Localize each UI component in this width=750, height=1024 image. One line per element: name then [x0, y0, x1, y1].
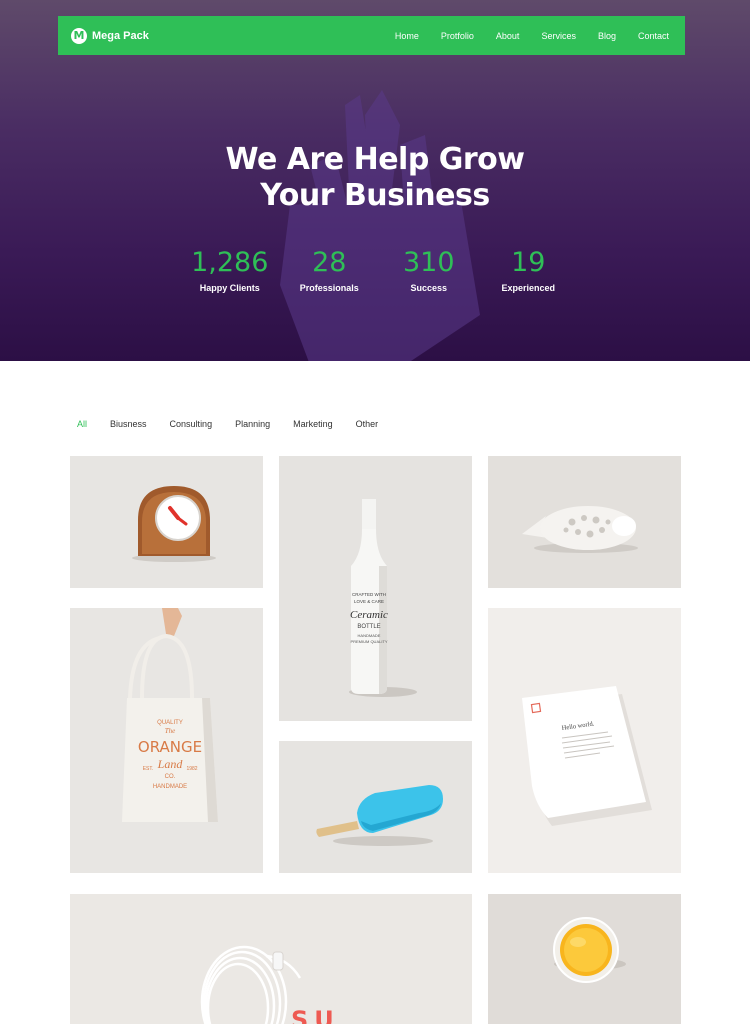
bottle-label-line-4: BOTTLE: [357, 624, 380, 630]
bag-text-co: CO.: [165, 774, 176, 780]
stat-happy-clients: 1,286 Happy Clients: [180, 246, 280, 293]
bag-text-the: The: [165, 727, 176, 735]
bag-text-orange: ORANGE: [138, 738, 202, 756]
filter-business[interactable]: Biusness: [110, 419, 147, 429]
filter-planning[interactable]: Planning: [235, 419, 270, 429]
stat-value: 19: [511, 247, 546, 278]
wooden-clock-image: [132, 486, 216, 562]
nav-about[interactable]: About: [496, 31, 520, 41]
nav-services[interactable]: Services: [541, 31, 576, 41]
bottle-label-line-2: LOVE & CARE: [354, 599, 384, 604]
earphones-image: SU: [200, 945, 340, 1024]
portfolio-item-juice[interactable]: [488, 894, 681, 1024]
stat-experienced: 19 Experienced: [479, 246, 579, 293]
stat-label: Professionals: [299, 283, 359, 293]
ceramic-fish-image: [522, 506, 638, 553]
brand[interactable]: M Mega Pack: [71, 27, 149, 44]
stat-label: Success: [410, 283, 448, 293]
bottle-label-line-3: Ceramic: [350, 609, 388, 621]
nav-contact[interactable]: Contact: [638, 31, 669, 41]
ceramic-bottle-image: CRAFTED WITH LOVE & CARE Ceramic BOTTLE …: [349, 499, 417, 697]
nav-blog[interactable]: Blog: [598, 31, 616, 41]
filter-marketing[interactable]: Marketing: [293, 419, 333, 429]
hero-title: We Are Help Grow Your Business: [0, 142, 750, 214]
hero-title-line-1: We Are Help Grow: [225, 142, 525, 177]
nav-home[interactable]: Home: [395, 31, 419, 41]
stat-label: Happy Clients: [199, 283, 260, 293]
bottle-label-line-1: CRAFTED WITH: [352, 592, 386, 597]
earphones-tile-text: SU: [291, 1006, 340, 1024]
portfolio-item-letter[interactable]: Hello world.: [488, 608, 681, 873]
stat-professionals: 28 Professionals: [280, 246, 380, 293]
popsicle-image: [316, 785, 443, 846]
filter-other[interactable]: Other: [356, 419, 379, 429]
stat-label: Experienced: [501, 283, 556, 293]
juice-glass-image: [553, 917, 626, 983]
portfolio-item-clock[interactable]: [70, 456, 263, 588]
stats-row: 1,286 Happy Clients 28 Professionals 310…: [180, 246, 578, 293]
portfolio-item-fish[interactable]: [488, 456, 681, 588]
top-navbar: M Mega Pack Home Protfolio About Service…: [58, 16, 685, 55]
hero-section: M Mega Pack Home Protfolio About Service…: [0, 0, 750, 361]
stat-value: 310: [402, 247, 455, 278]
bottle-label-line-5: HANDMADE: [358, 633, 381, 638]
stat-value: 28: [312, 247, 347, 278]
main-nav: Home Protfolio About Services Blog Conta…: [373, 31, 669, 41]
hands-background-image: [280, 90, 480, 361]
hero-title-line-2: Your Business: [260, 178, 490, 213]
bag-text-est: EST.: [143, 766, 154, 772]
bottle-label-line-6: PREMIUM QUALITY: [350, 639, 387, 644]
bag-text-year: 1982: [186, 766, 197, 772]
portfolio-item-earphones[interactable]: SU: [70, 894, 472, 1024]
brand-logo-icon: M: [71, 27, 87, 44]
portfolio-filters: All Biusness Consulting Planning Marketi…: [77, 419, 401, 429]
stat-value: 1,286: [191, 247, 269, 278]
tote-bag-image: QUALITY The ORANGE Land CO. EST. 1982 HA…: [122, 608, 218, 822]
filter-consulting[interactable]: Consulting: [170, 419, 213, 429]
letterhead-image: Hello world.: [522, 686, 652, 826]
portfolio-item-popsicle[interactable]: [279, 741, 472, 873]
portfolio-item-bottle[interactable]: CRAFTED WITH LOVE & CARE Ceramic BOTTLE …: [279, 456, 472, 721]
filter-all[interactable]: All: [77, 419, 87, 429]
bag-text-land: Land: [157, 757, 184, 771]
portfolio-item-tote[interactable]: QUALITY The ORANGE Land CO. EST. 1982 HA…: [70, 608, 263, 873]
brand-name: Mega Pack: [92, 29, 149, 42]
nav-portfolio[interactable]: Protfolio: [441, 31, 474, 41]
stat-success: 310 Success: [379, 246, 479, 293]
bag-text-handmade: HANDMADE: [153, 784, 187, 790]
bag-text-quality: QUALITY: [157, 720, 183, 726]
